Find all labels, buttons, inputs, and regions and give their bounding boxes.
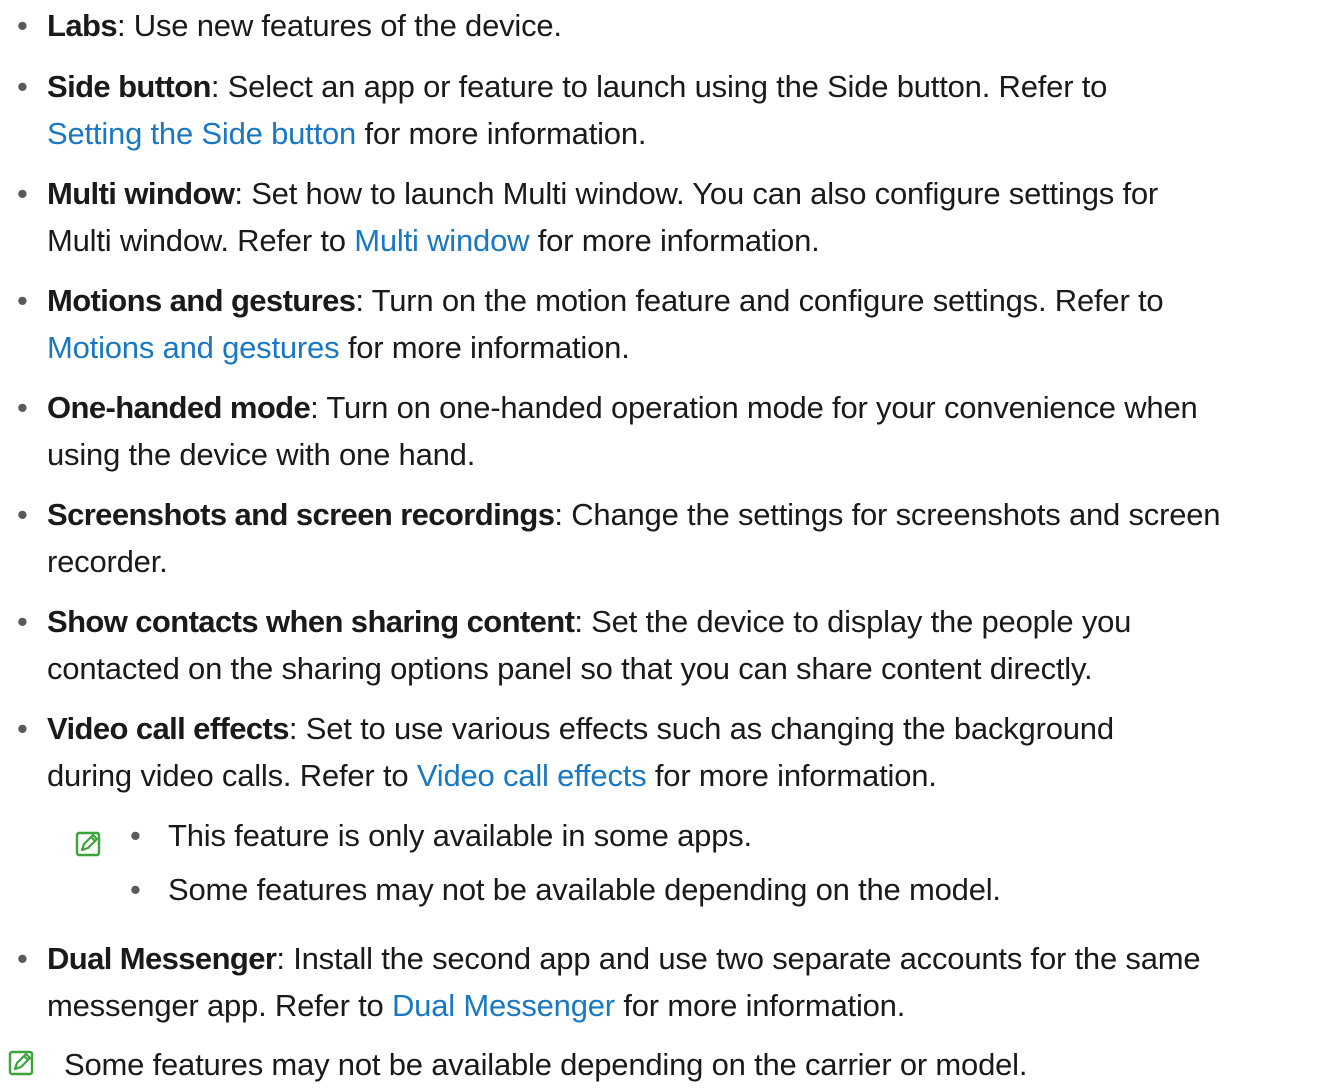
list-item-video-call-effects: • Video call effects: Set to use various… [17,705,1339,799]
list-item-one-handed-mode: • One-handed mode: Turn on one-handed op… [17,384,1339,478]
link-dual-messenger[interactable]: Dual Messenger [392,988,615,1023]
footer-note: Some features may not be available depen… [64,1047,1028,1082]
link-video-call-effects[interactable]: Video call effects [417,758,647,793]
bullet: • [17,176,28,211]
note-icon [8,1050,34,1076]
term-multi-window: Multi window [47,176,235,211]
list-item-dual-messenger: • Dual Messenger: Install the second app… [17,935,1339,1029]
bullet: • [130,872,141,907]
term-video-call-effects: Video call effects [47,711,290,746]
bullet: • [130,818,141,853]
list-item-show-contacts: • Show contacts when sharing content: Se… [17,598,1339,692]
bullet: • [17,283,28,318]
list-item-motions-and-gestures: • Motions and gestures: Turn on the moti… [17,277,1339,371]
term-screenshots: Screenshots and screen recordings [47,497,555,532]
bullet: • [17,941,28,976]
bullet: • [17,390,28,425]
term-side-button: Side button [47,69,211,104]
bullet: • [17,8,28,43]
bullet: • [17,497,28,532]
note-icon [75,831,101,857]
term-dual-messenger: Dual Messenger [47,941,277,976]
term-labs: Labs [47,8,118,43]
link-setting-the-side-button[interactable]: Setting the Side button [47,116,356,151]
note-item: • Some features may not be available dep… [130,866,1001,913]
term-motions-and-gestures: Motions and gestures [47,283,356,318]
term-one-handed-mode: One-handed mode [47,390,311,425]
bullet: • [17,711,28,746]
list-item-side-button: • Side button: Select an app or feature … [17,63,1339,157]
link-motions-and-gestures[interactable]: Motions and gestures [47,330,340,365]
list-item-screenshots: • Screenshots and screen recordings: Cha… [17,491,1339,585]
bullet: • [17,69,28,104]
note-item: • This feature is only available in some… [130,812,752,859]
list-item-multi-window: • Multi window: Set how to launch Multi … [17,170,1339,264]
bullet: • [17,604,28,639]
term-show-contacts: Show contacts when sharing content [47,604,575,639]
link-multi-window[interactable]: Multi window [354,223,529,258]
list-item-labs: • Labs: Use new features of the device. [17,2,1339,49]
